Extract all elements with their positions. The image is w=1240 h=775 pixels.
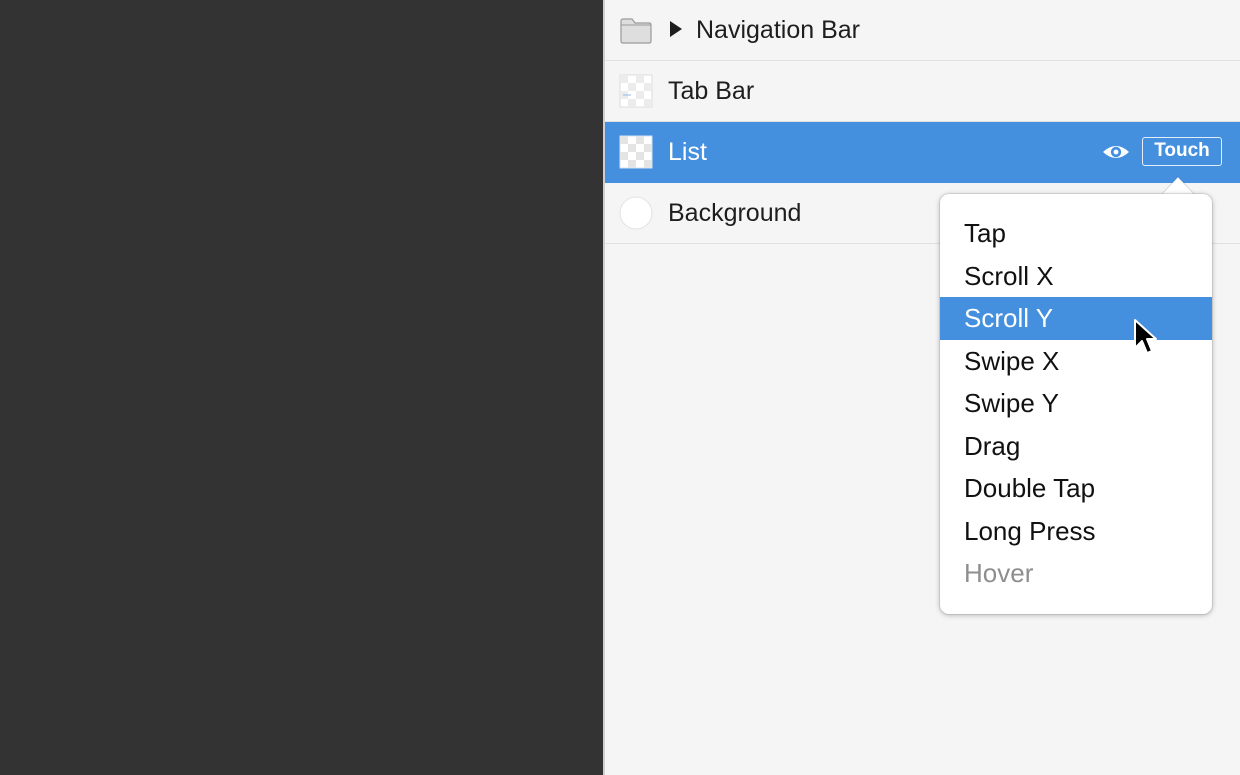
menu-item-drag[interactable]: Drag [940, 425, 1212, 468]
layer-thumbnail-icon [619, 74, 653, 108]
layer-row-tab-bar[interactable]: Tab Bar [605, 61, 1240, 122]
menu-item-double-tap[interactable]: Double Tap [940, 467, 1212, 510]
menu-item-long-press[interactable]: Long Press [940, 510, 1212, 553]
menu-item-swipe-y[interactable]: Swipe Y [940, 382, 1212, 425]
layer-thumbnail-icon [619, 135, 653, 169]
touch-trigger-button[interactable]: Touch [1142, 137, 1222, 166]
canvas-area[interactable] [0, 0, 603, 775]
layer-row-navigation-bar[interactable]: Navigation Bar [605, 0, 1240, 61]
disclosure-triangle-icon[interactable] [670, 21, 682, 37]
layer-label: List [668, 138, 707, 166]
folder-icon [620, 18, 652, 44]
layer-label: Navigation Bar [696, 16, 860, 44]
layer-label: Background [668, 199, 802, 227]
trigger-dropdown-menu: Tap Scroll X Scroll Y Swipe X Swipe Y Dr… [940, 194, 1212, 614]
menu-item-scroll-x[interactable]: Scroll X [940, 255, 1212, 298]
trigger-menu-list: Tap Scroll X Scroll Y Swipe X Swipe Y Dr… [940, 212, 1212, 595]
menu-item-tap[interactable]: Tap [940, 212, 1212, 255]
layer-label: Tab Bar [668, 77, 755, 105]
mouse-pointer-icon [1134, 319, 1157, 354]
menu-item-swipe-x[interactable]: Swipe X [940, 340, 1212, 383]
menu-item-hover: Hover [964, 558, 1034, 588]
color-circle-icon [619, 196, 653, 230]
layer-row-list[interactable]: List Touch [605, 122, 1240, 183]
eye-icon[interactable] [1102, 140, 1130, 164]
menu-item-scroll-y[interactable]: Scroll Y [940, 297, 1212, 340]
popover-arrow [1160, 176, 1196, 196]
